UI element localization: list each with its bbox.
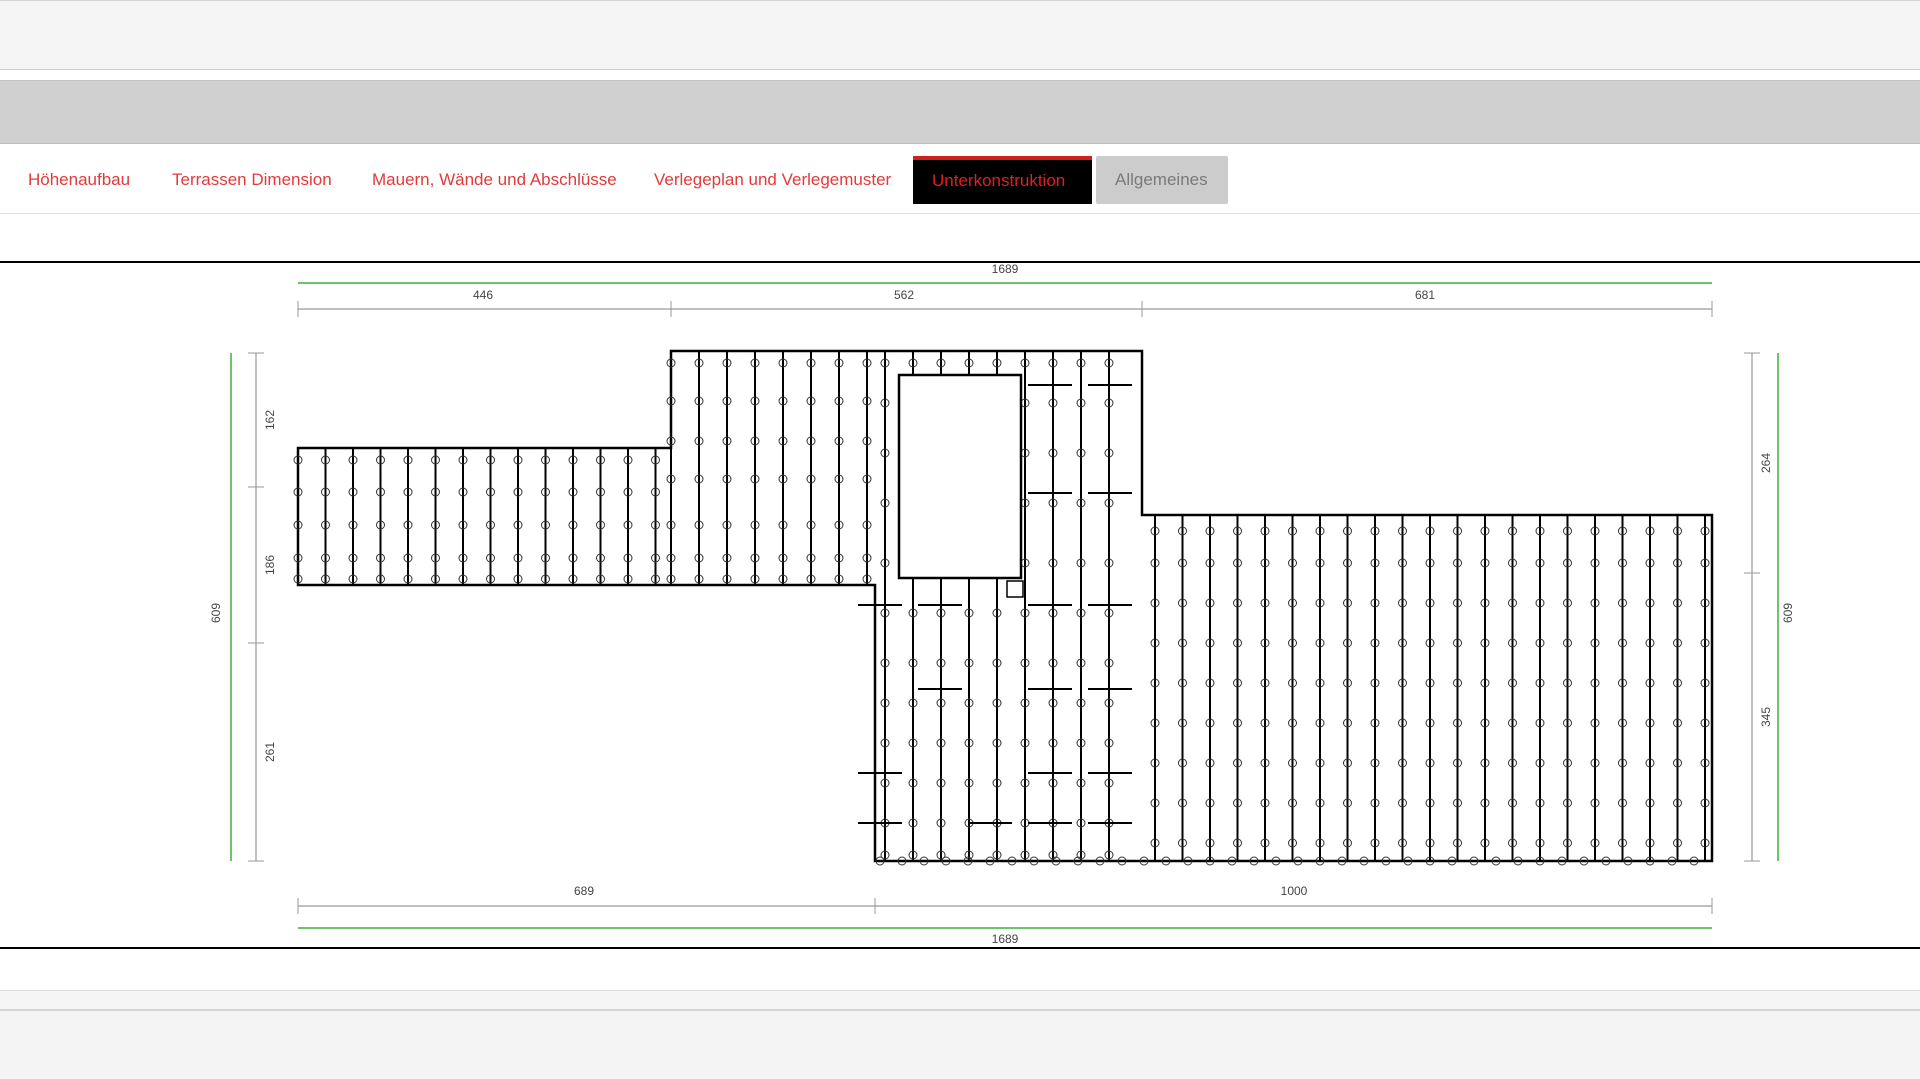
- cutout-obstacle: [897, 373, 1023, 580]
- header-bar: [0, 80, 1920, 144]
- right-total-dimension-label: 609: [1781, 603, 1795, 623]
- left-segment-label-1: 162: [263, 410, 277, 430]
- tab-verlegeplan[interactable]: Verlegeplan und Verlegemuster: [634, 156, 911, 204]
- tab-allgemeines[interactable]: Allgemeines: [1096, 156, 1228, 204]
- right-segment-label-2: 345: [1759, 707, 1773, 727]
- top-segment-label-1: 446: [473, 288, 493, 302]
- substructure-plan-panel: 1689 446 562 681 689 1000 1689 609 162 1…: [0, 261, 1920, 949]
- left-total-dimension-label: 609: [209, 603, 223, 623]
- tab-terrassen-dimension[interactable]: Terrassen Dimension: [152, 156, 352, 204]
- terrace-substructure: [293, 349, 1714, 866]
- tab-unterkonstruktion[interactable]: Unterkonstruktion: [913, 156, 1092, 204]
- top-segment-label-2: 562: [894, 288, 914, 302]
- top-total-dimension-label: 1689: [992, 263, 1019, 276]
- top-segment-label-3: 681: [1415, 288, 1435, 302]
- left-segment-label-3: 261: [263, 742, 277, 762]
- left-segment-label-2: 186: [263, 555, 277, 575]
- bottom-segment-label-1: 689: [574, 884, 594, 898]
- bottom-total-dimension-label: 1689: [992, 932, 1019, 946]
- tab-bar: Höhenaufbau Terrassen Dimension Mauern, …: [0, 144, 1920, 214]
- tab-hoehenaufbau[interactable]: Höhenaufbau: [8, 156, 150, 204]
- top-band: [0, 0, 1920, 70]
- small-post: [1006, 580, 1024, 598]
- footer-divider: [0, 990, 1920, 1010]
- bottom-segment-label-2: 1000: [1281, 884, 1308, 898]
- right-segment-label-1: 264: [1759, 453, 1773, 473]
- footer-band: [0, 1010, 1920, 1079]
- dimension-lines: 1689 446 562 681 689 1000 1689 609 162 1…: [209, 263, 1795, 946]
- substructure-plan-drawing: 1689 446 562 681 689 1000 1689 609 162 1…: [209, 263, 1795, 946]
- tab-mauern-waende[interactable]: Mauern, Wände und Abschlüsse: [352, 156, 637, 204]
